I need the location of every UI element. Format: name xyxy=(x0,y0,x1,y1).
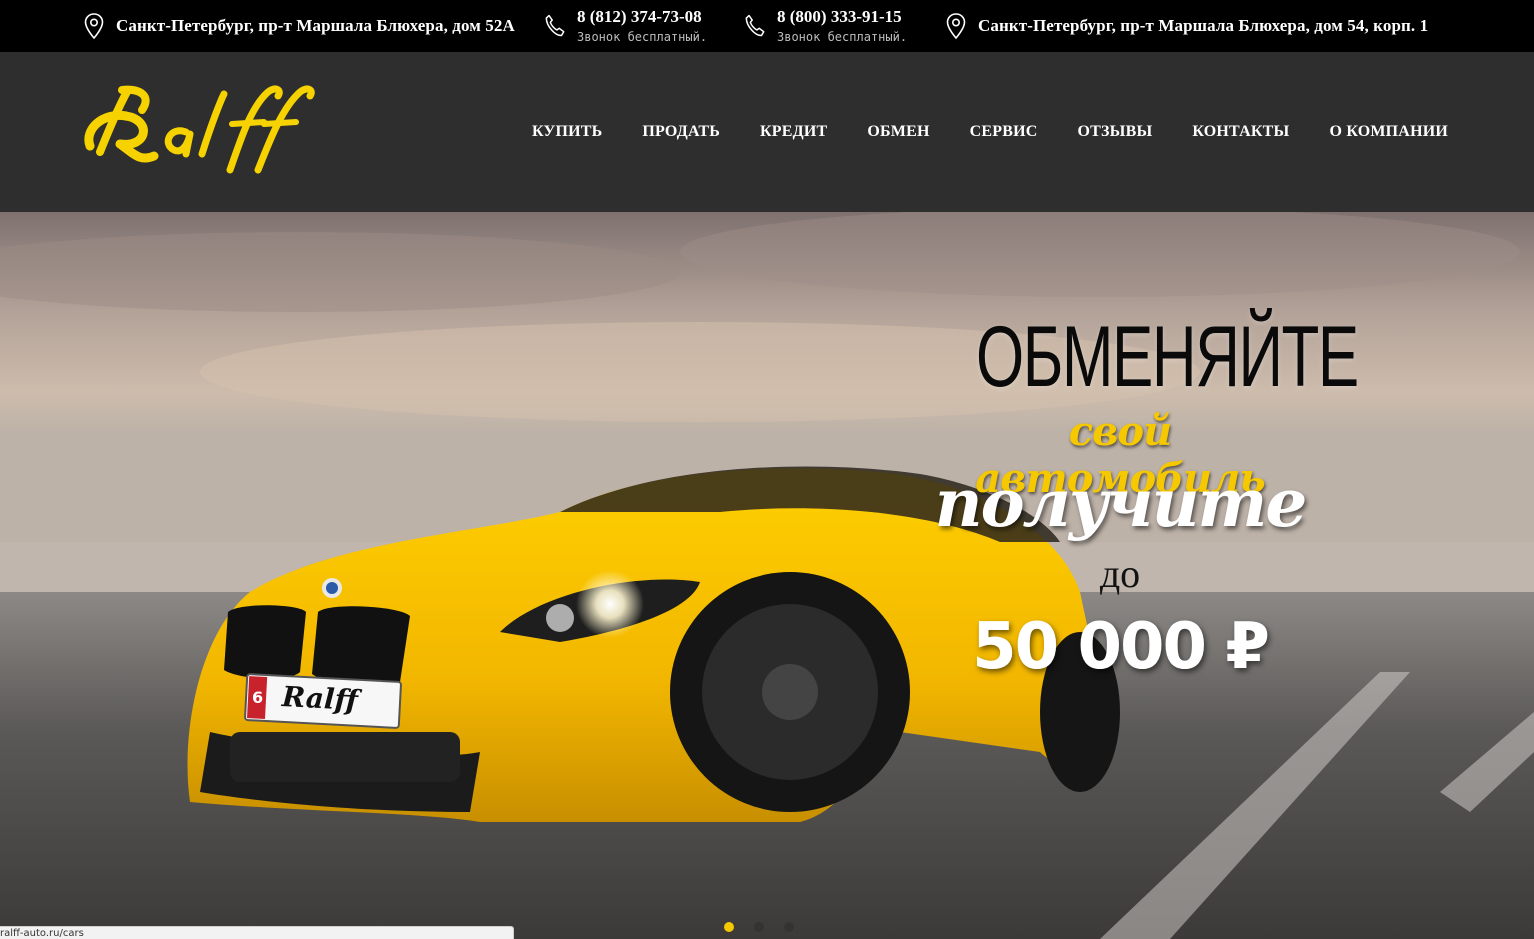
nav-sell[interactable]: ПРОДАТЬ xyxy=(642,123,720,141)
nav-credit[interactable]: КРЕДИТ xyxy=(760,123,827,141)
address-1[interactable]: Санкт-Петербург, пр-т Маршала Блюхера, д… xyxy=(82,0,515,52)
hero-slider[interactable]: 6 Ralff ОБМЕНЯЙТЕ свой автомобиль получи… xyxy=(0,212,1534,939)
nav-contacts[interactable]: КОНТАКТЫ xyxy=(1192,123,1289,141)
phone-2-number[interactable]: 8 (800) 333-91-15 xyxy=(777,7,907,27)
phone-1[interactable]: 8 (812) 374-73-08 Звонок бесплатный. xyxy=(543,0,707,52)
address-2[interactable]: Санкт-Петербург, пр-т Маршала Блюхера, д… xyxy=(944,0,1428,52)
phone-icon xyxy=(743,11,767,41)
phone-2-note: Звонок бесплатный. xyxy=(777,29,908,44)
slider-dot-3[interactable] xyxy=(784,922,794,932)
address-1-text: Санкт-Петербург, пр-т Маршала Блюхера, д… xyxy=(116,16,515,35)
hero-subline-upto: до xyxy=(1099,551,1141,596)
main-navigation: КУПИТЬ ПРОДАТЬ КРЕДИТ ОБМЕН СЕРВИС ОТЗЫВ… xyxy=(492,52,1448,212)
slider-dot-2[interactable] xyxy=(754,922,764,932)
phone-1-note: Звонок бесплатный. xyxy=(577,29,708,44)
hero-slogan: ОБМЕНЯЙТЕ свой автомобиль получите до 50… xyxy=(900,212,1360,939)
phone-1-number[interactable]: 8 (812) 374-73-08 xyxy=(577,7,707,27)
hero-amount: 50 000 ₽ xyxy=(972,610,1270,684)
slider-dot-1[interactable] xyxy=(724,922,734,932)
map-pin-icon xyxy=(82,11,106,41)
phone-2[interactable]: 8 (800) 333-91-15 Звонок бесплатный. xyxy=(743,0,907,52)
address-2-text: Санкт-Петербург, пр-т Маршала Блюхера, д… xyxy=(978,16,1429,35)
nav-reviews[interactable]: ОТЗЫВЫ xyxy=(1078,123,1153,141)
site-header: Ralff КУПИТЬ ПРОДАТЬ КРЕДИТ ОБМЕН СЕРВИС… xyxy=(0,52,1534,212)
browser-status-url: ralff-auto.ru/cars xyxy=(0,926,514,939)
nav-service[interactable]: СЕРВИС xyxy=(970,123,1038,141)
nav-about[interactable]: О КОМПАНИИ xyxy=(1329,123,1448,141)
plate-number: 6 xyxy=(252,688,264,707)
slider-pagination xyxy=(724,922,814,932)
top-info-bar: Санкт-Петербург, пр-т Маршала Блюхера, д… xyxy=(0,0,1534,52)
hero-headline: ОБМЕНЯЙТЕ xyxy=(976,309,1359,405)
nav-exchange[interactable]: ОБМЕН xyxy=(867,123,929,141)
nav-buy[interactable]: КУПИТЬ xyxy=(532,123,602,141)
phone-icon xyxy=(543,11,567,41)
plate-logo-text: Ralff xyxy=(281,680,359,717)
ralff-logo[interactable]: Ralff xyxy=(82,82,318,178)
hero-subline-get: получите xyxy=(934,464,1308,542)
map-pin-icon xyxy=(944,11,968,41)
ralff-logo-mark xyxy=(84,85,315,174)
